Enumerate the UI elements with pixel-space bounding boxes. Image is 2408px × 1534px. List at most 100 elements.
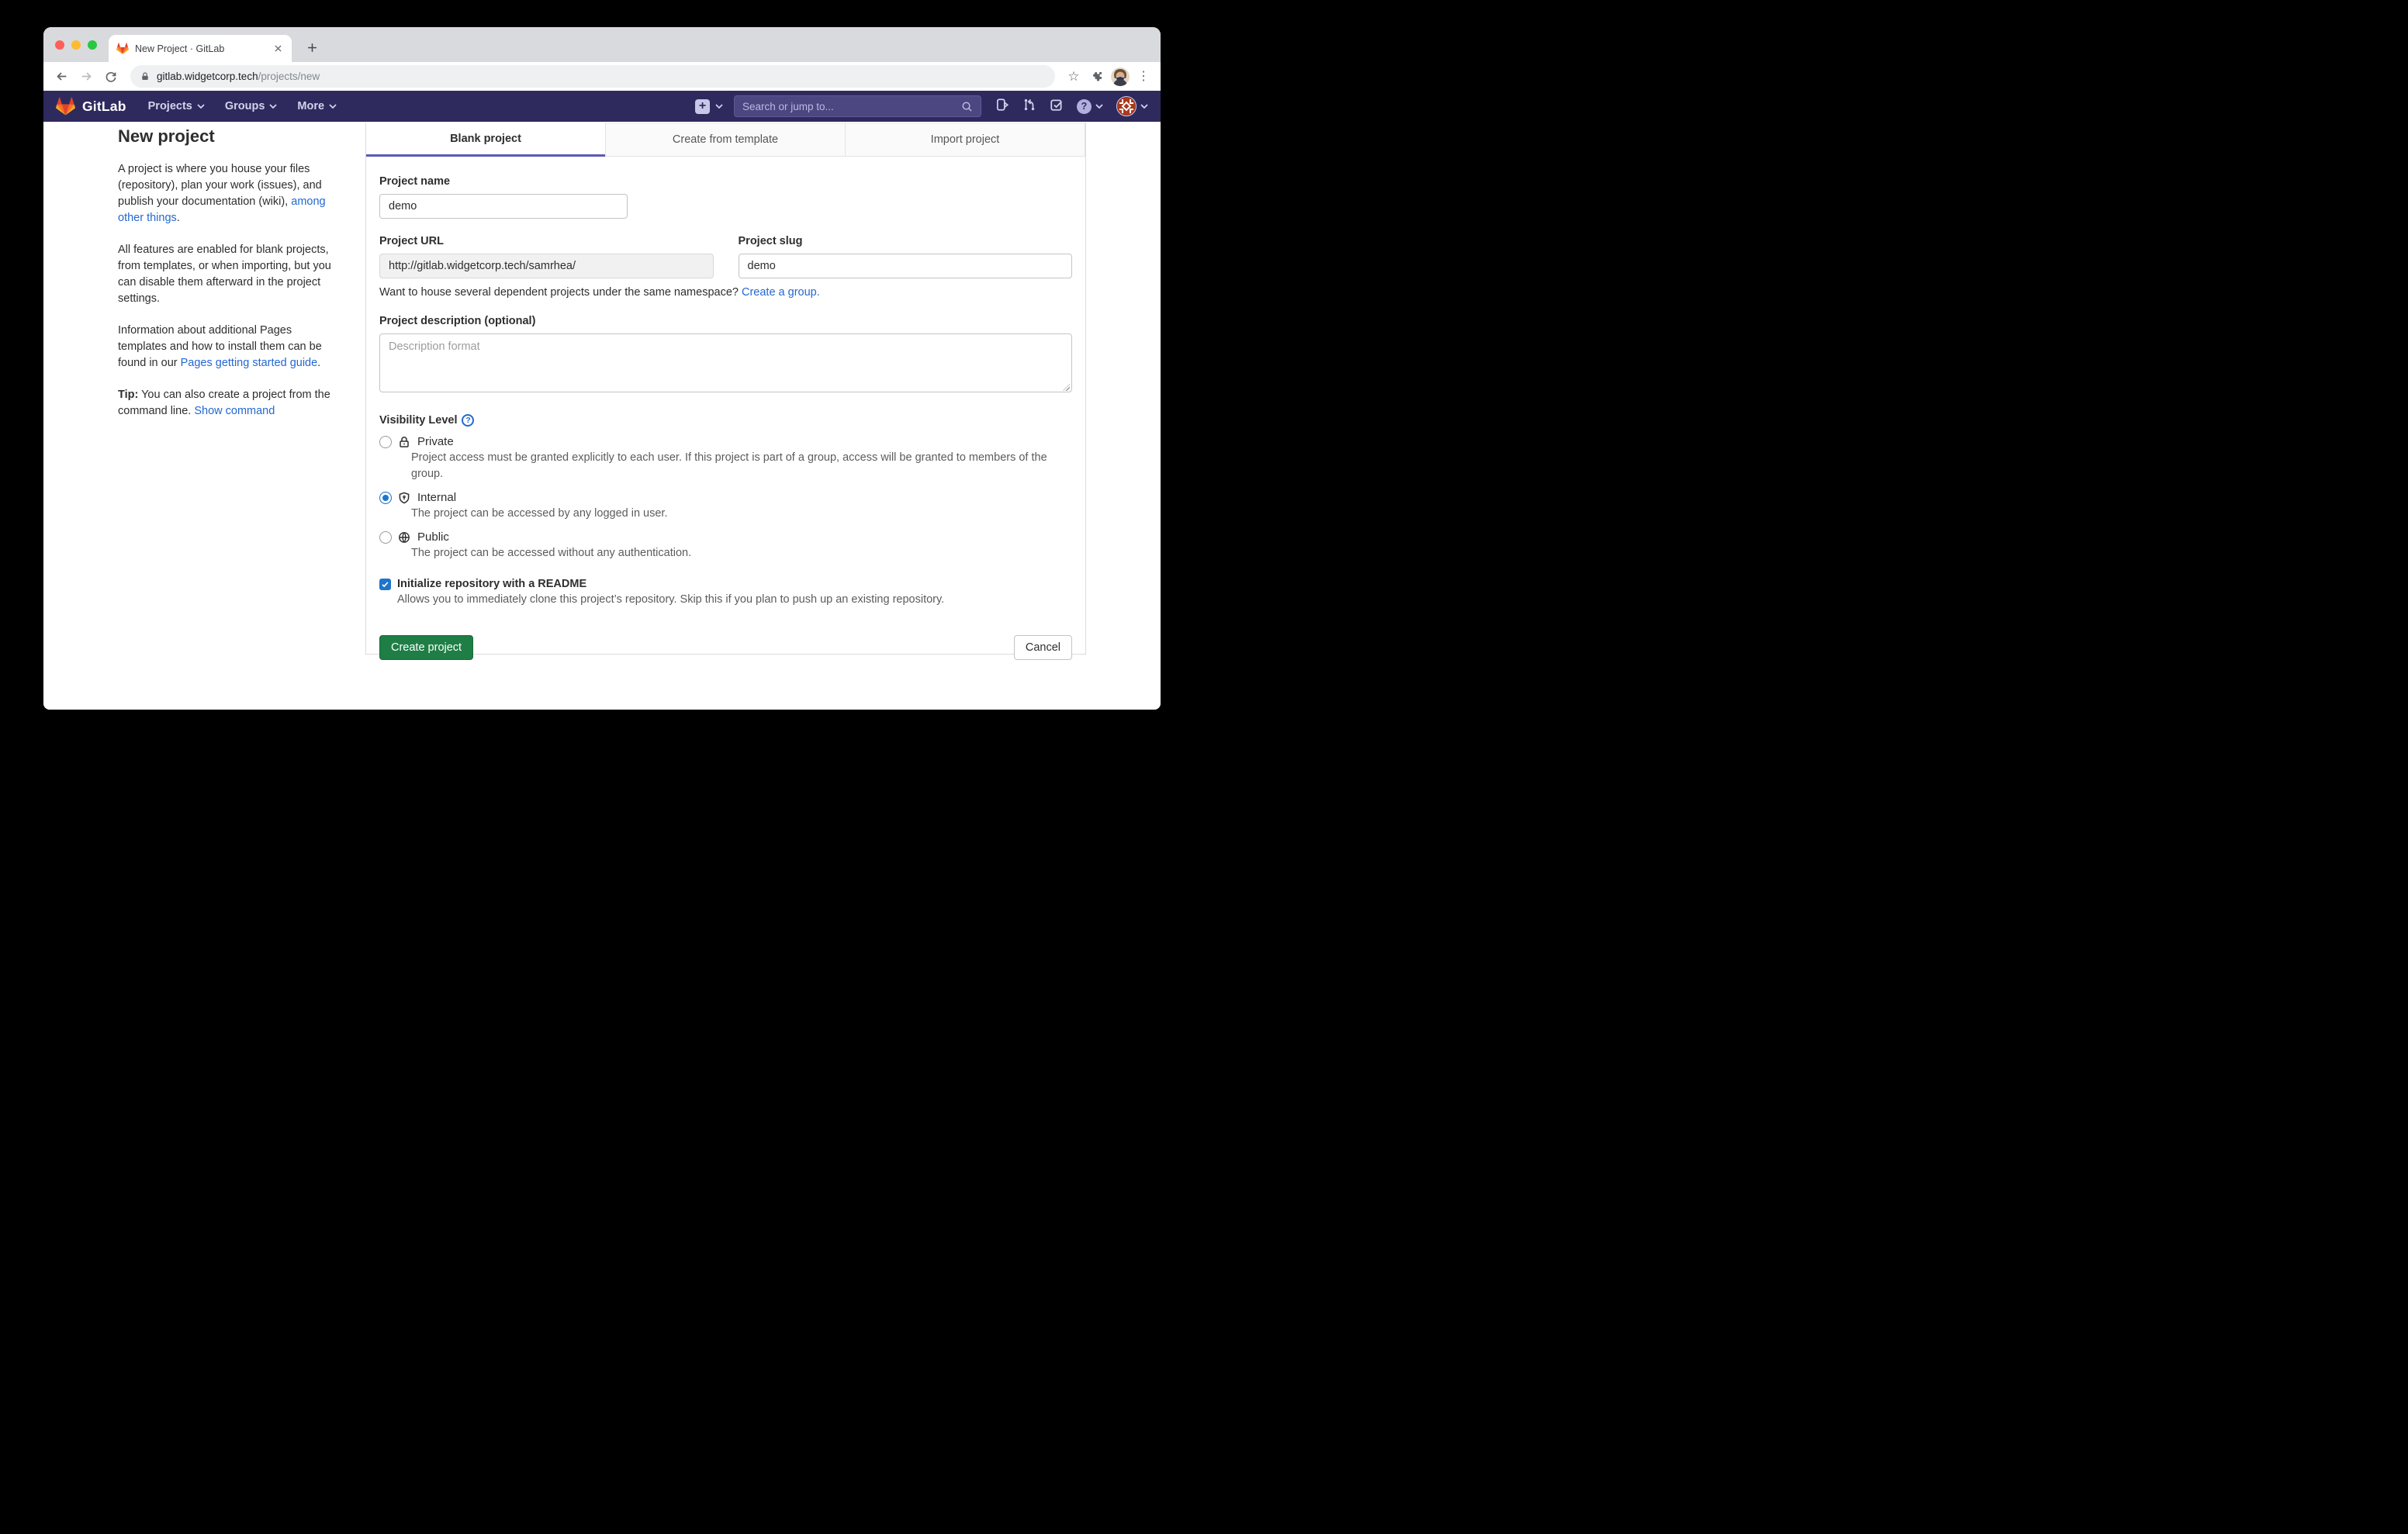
- navbar-icon-group: ?: [995, 96, 1148, 116]
- window-minimize-button[interactable]: [71, 40, 81, 50]
- show-command-link[interactable]: Show command: [194, 405, 275, 417]
- back-button[interactable]: [51, 67, 71, 87]
- chevron-down-icon: [269, 104, 277, 109]
- tip-label: Tip:: [118, 389, 138, 401]
- visibility-option-internal: Internal The project can be accessed by …: [379, 491, 1072, 522]
- browser-tab[interactable]: New Project · GitLab: [109, 35, 292, 62]
- global-search[interactable]: [734, 95, 981, 117]
- description-label: Project description (optional): [379, 315, 1072, 327]
- search-input[interactable]: [742, 101, 955, 112]
- tab-import-project[interactable]: Import project: [846, 123, 1085, 157]
- public-radio[interactable]: [379, 531, 392, 544]
- url-domain: gitlab.widgetcorp.tech: [157, 71, 258, 82]
- page-title: New project: [118, 126, 341, 147]
- reload-button[interactable]: [101, 67, 121, 87]
- check-icon: [381, 580, 389, 589]
- browser-menu-icon[interactable]: ⋮: [1134, 67, 1153, 86]
- url-path: /projects/new: [258, 71, 320, 82]
- address-bar[interactable]: gitlab.widgetcorp.tech/projects/new: [130, 65, 1055, 88]
- sidebar-paragraph: A project is where you house your files …: [118, 161, 341, 226]
- merge-requests-icon[interactable]: [1022, 98, 1036, 116]
- sidebar-paragraph: Information about additional Pages templ…: [118, 323, 341, 371]
- gitlab-wordmark: GitLab: [82, 98, 126, 115]
- project-url-input[interactable]: [379, 254, 714, 278]
- todos-icon[interactable]: [1050, 98, 1064, 116]
- window-zoom-button[interactable]: [88, 40, 97, 50]
- menu-groups[interactable]: Groups: [225, 100, 278, 112]
- gitlab-navbar: GitLab Projects Groups More +: [43, 91, 1161, 122]
- browser-tab-strip: New Project · GitLab: [43, 27, 1161, 62]
- chevron-down-icon: [715, 104, 723, 109]
- sidebar-tip: Tip: You can also create a project from …: [118, 387, 341, 420]
- create-project-button[interactable]: Create project: [379, 635, 473, 660]
- search-icon: [961, 101, 973, 112]
- internal-option-label[interactable]: Internal: [417, 491, 456, 504]
- project-slug-input[interactable]: [739, 254, 1073, 278]
- browser-toolbar: gitlab.widgetcorp.tech/projects/new ☆ ⋮: [43, 62, 1161, 91]
- project-url-label: Project URL: [379, 235, 714, 247]
- menu-projects[interactable]: Projects: [148, 100, 205, 112]
- tab-create-from-template[interactable]: Create from template: [605, 123, 846, 157]
- visibility-help-icon[interactable]: ?: [462, 414, 474, 427]
- window-controls: [55, 40, 97, 50]
- forward-icon: [80, 70, 93, 83]
- page-content: New project A project is where you house…: [43, 122, 1161, 710]
- cancel-button[interactable]: Cancel: [1014, 635, 1072, 660]
- gitlab-brand[interactable]: GitLab: [56, 97, 126, 116]
- create-group-link[interactable]: Create a group.: [742, 286, 820, 299]
- page-sidebar: New project A project is where you house…: [118, 126, 341, 435]
- url-text: gitlab.widgetcorp.tech/projects/new: [157, 70, 320, 84]
- plus-square-icon: +: [695, 99, 710, 114]
- help-menu[interactable]: ?: [1077, 99, 1103, 114]
- gitlab-favicon: [116, 43, 129, 54]
- menu-more[interactable]: More: [297, 100, 337, 112]
- help-icon: ?: [1077, 99, 1092, 114]
- extensions-puzzle-icon[interactable]: [1088, 67, 1106, 86]
- description-textarea[interactable]: [379, 333, 1072, 392]
- issues-icon[interactable]: [995, 98, 1009, 116]
- chevron-down-icon: [329, 104, 337, 109]
- chevron-down-icon: [1095, 104, 1103, 109]
- browser-window: New Project · GitLab gitlab.widg: [43, 27, 1161, 710]
- project-name-label: Project name: [379, 175, 1072, 188]
- user-menu[interactable]: [1116, 96, 1148, 116]
- chevron-down-icon: [197, 104, 205, 109]
- public-option-description: The project can be accessed without any …: [411, 545, 1072, 561]
- bookmark-star-icon[interactable]: ☆: [1064, 67, 1083, 86]
- forward-button[interactable]: [76, 67, 96, 87]
- tab-blank-project[interactable]: Blank project: [366, 123, 605, 157]
- project-type-tabs: Blank project Create from template Impor…: [366, 123, 1085, 157]
- public-option-label[interactable]: Public: [417, 530, 449, 544]
- new-dropdown[interactable]: +: [695, 99, 723, 114]
- gitlab-tanuki-logo: [56, 97, 75, 116]
- window-close-button[interactable]: [55, 40, 64, 50]
- readme-description: Allows you to immediately clone this pro…: [397, 592, 1058, 608]
- visibility-option-public: Public The project can be accessed witho…: [379, 530, 1072, 561]
- readme-label[interactable]: Initialize repository with a README: [397, 578, 586, 590]
- plus-icon: [307, 43, 317, 53]
- private-option-label[interactable]: Private: [417, 435, 454, 448]
- lock-icon: [398, 435, 411, 448]
- globe-icon: [398, 530, 411, 544]
- internal-option-description: The project can be accessed by any logge…: [411, 506, 1072, 522]
- project-name-input[interactable]: [379, 194, 628, 219]
- back-icon: [55, 70, 68, 83]
- private-option-description: Project access must be granted explicitl…: [411, 450, 1072, 482]
- private-radio[interactable]: [379, 436, 392, 448]
- internal-radio[interactable]: [379, 492, 392, 504]
- new-project-panel: Blank project Create from template Impor…: [365, 123, 1086, 655]
- browser-tab-title: New Project · GitLab: [135, 43, 265, 54]
- chevron-down-icon: [1140, 104, 1148, 109]
- readme-option: Initialize repository with a README Allo…: [379, 578, 1072, 608]
- shield-icon: [398, 491, 411, 504]
- pages-guide-link[interactable]: Pages getting started guide: [181, 357, 318, 369]
- form-actions: Create project Cancel: [379, 635, 1072, 660]
- new-tab-button[interactable]: [302, 37, 322, 57]
- tab-close-icon[interactable]: [272, 43, 284, 55]
- readme-checkbox[interactable]: [379, 579, 391, 590]
- project-slug-group: Project slug: [739, 235, 1073, 278]
- browser-profile-avatar[interactable]: [1111, 67, 1130, 86]
- sidebar-paragraph: All features are enabled for blank proje…: [118, 242, 341, 307]
- user-avatar: [1116, 96, 1137, 116]
- gitlab-main-menu: Projects Groups More: [148, 100, 337, 112]
